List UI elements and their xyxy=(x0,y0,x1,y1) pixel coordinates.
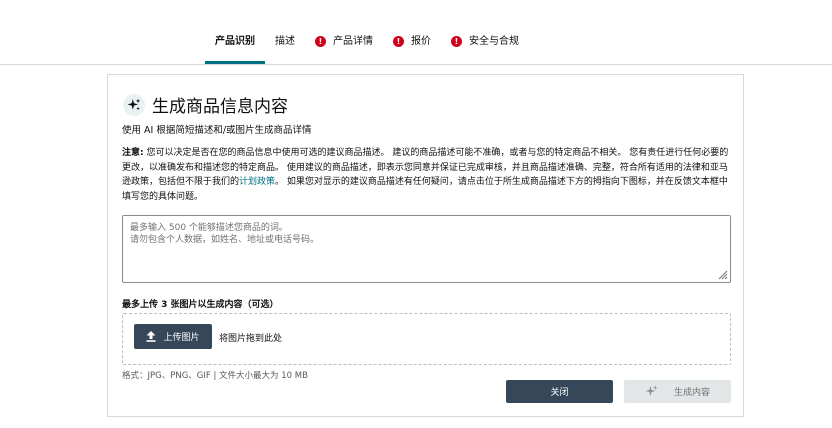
generate-content-button[interactable]: 生成内容 xyxy=(624,380,731,403)
program-policy-link[interactable]: 计划政策 xyxy=(239,177,275,187)
tab-label: 描述 xyxy=(275,36,295,47)
warning-icon: ! xyxy=(451,36,462,47)
tab-product-details[interactable]: ! 产品详情 xyxy=(305,26,383,64)
notice-label: 注意: xyxy=(122,148,144,158)
sparkle-icon xyxy=(645,385,658,396)
description-textarea-wrap xyxy=(122,215,731,283)
card-subtitle: 使用 AI 根据简短描述和/或图片生成商品详情 xyxy=(122,125,312,136)
image-dropzone[interactable]: 上传图片 将图片拖到此处 xyxy=(122,313,731,365)
upload-icon xyxy=(146,331,156,342)
tabs: 产品识别 描述 ! 产品详情 ! 报价 ! 安全与合规 xyxy=(205,26,529,64)
tab-bar: 产品识别 描述 ! 产品详情 ! 报价 ! 安全与合规 xyxy=(0,0,832,65)
resize-grip-icon[interactable] xyxy=(716,268,728,280)
upload-label: 最多上传 3 张图片以生成内容（可选） xyxy=(122,300,279,310)
generate-button-label: 生成内容 xyxy=(673,388,710,398)
tab-offer[interactable]: ! 报价 xyxy=(383,26,441,64)
drop-hint: 将图片拖到此处 xyxy=(219,334,283,344)
tab-label: 安全与合规 xyxy=(469,36,519,47)
tab-label: 报价 xyxy=(411,36,431,47)
tab-label: 产品识别 xyxy=(215,36,255,47)
notice-text: 注意: 您可以决定是否在您的商品信息中使用可选的建议商品描述。 建议的商品描述可… xyxy=(122,146,732,204)
card-title: 生成商品信息内容 xyxy=(152,97,288,117)
description-textarea[interactable] xyxy=(123,216,730,282)
upload-image-button[interactable]: 上传图片 xyxy=(134,324,212,349)
card-heading: 生成商品信息内容 xyxy=(123,92,288,117)
tab-label: 产品详情 xyxy=(333,36,373,47)
warning-icon: ! xyxy=(315,36,326,47)
upload-button-label: 上传图片 xyxy=(163,333,200,343)
format-hint: 格式：JPG、PNG、GIF | 文件大小最大为 10 MB xyxy=(122,371,308,381)
tab-product-identity[interactable]: 产品识别 xyxy=(205,26,265,64)
tab-description[interactable]: 描述 xyxy=(265,26,305,64)
sparkle-icon xyxy=(123,93,145,116)
tab-safety-compliance[interactable]: ! 安全与合规 xyxy=(441,26,529,64)
generate-listing-card: 生成商品信息内容 使用 AI 根据简短描述和/或图片生成商品详情 注意: 您可以… xyxy=(107,74,744,417)
warning-icon: ! xyxy=(393,36,404,47)
close-button[interactable]: 关闭 xyxy=(506,380,613,403)
